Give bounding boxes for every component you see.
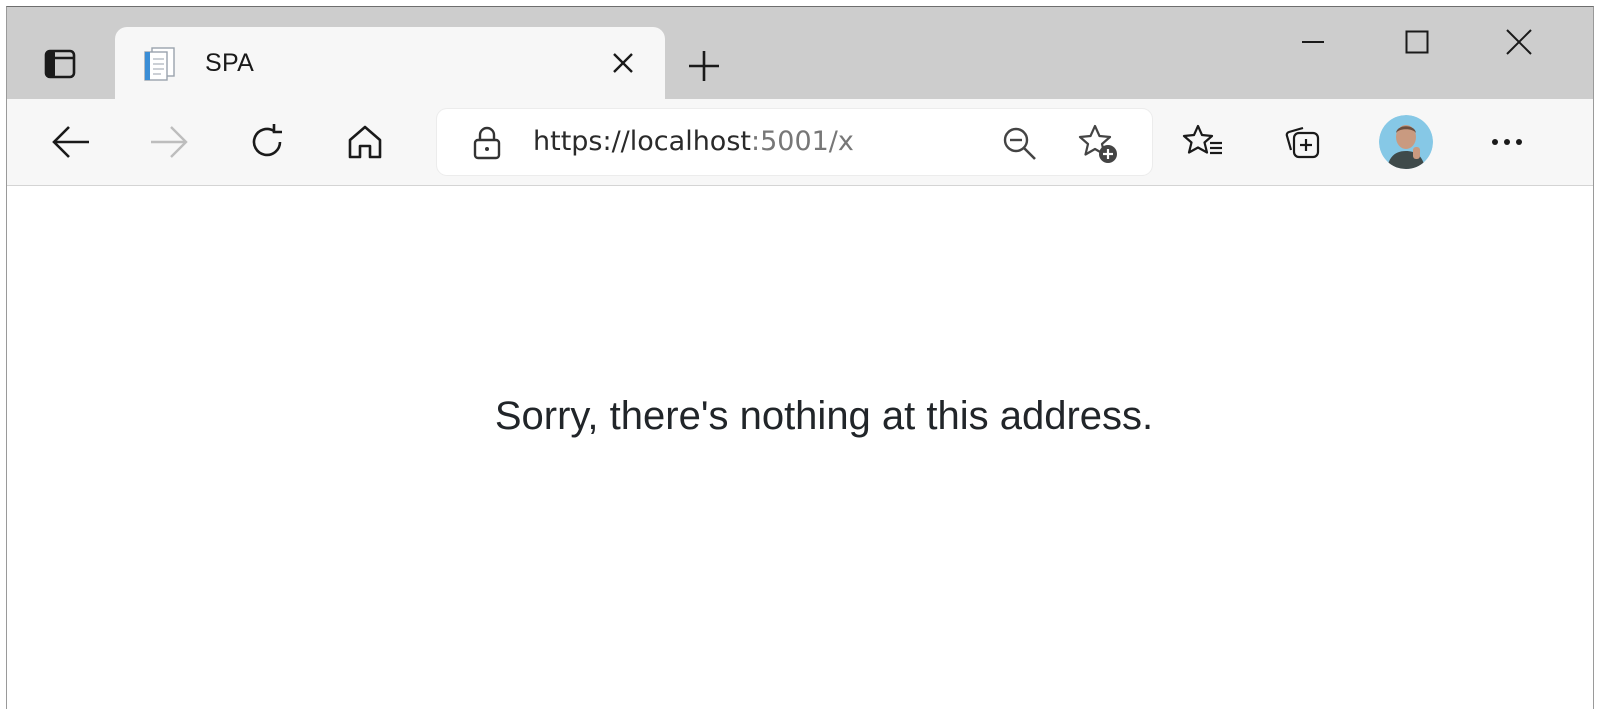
tab-actions-button[interactable] [33, 37, 87, 91]
address-bar[interactable]: https://localhost:5001/x [437, 109, 1152, 175]
browser-toolbar: https://localhost:5001/x [7, 99, 1593, 186]
minimize-icon [1301, 30, 1325, 54]
tab-spa[interactable]: SPA [115, 27, 665, 99]
tab-close-button[interactable] [603, 43, 643, 83]
add-favorite-button[interactable] [1075, 121, 1121, 167]
collections-icon [1283, 122, 1323, 162]
refresh-icon [247, 122, 287, 162]
url-text[interactable]: https://localhost:5001/x [533, 126, 854, 157]
star-add-icon [1077, 123, 1119, 165]
close-icon [612, 52, 634, 74]
back-arrow-icon [51, 125, 91, 159]
not-found-message: Sorry, there's nothing at this address. [494, 394, 1154, 438]
site-info-button[interactable] [467, 123, 507, 163]
home-button[interactable] [335, 112, 395, 172]
forward-arrow-icon [149, 125, 189, 159]
url-host: https://localhost [533, 126, 751, 157]
zoom-out-icon [1002, 126, 1038, 162]
forward-button[interactable] [139, 112, 199, 172]
document-icon [141, 45, 177, 81]
plus-icon [687, 49, 721, 83]
tab-actions-icon [43, 47, 77, 81]
profile-avatar[interactable] [1379, 115, 1433, 169]
page-content: Sorry, there's nothing at this address. [7, 186, 1593, 709]
minimize-button[interactable] [1283, 17, 1343, 67]
url-path: :5001/x [750, 126, 854, 157]
maximize-icon [1405, 30, 1429, 54]
zoom-button[interactable] [997, 121, 1043, 167]
tab-title: SPA [205, 49, 255, 77]
tab-strip: SPA [7, 7, 1593, 99]
new-tab-button[interactable] [679, 41, 729, 91]
more-button[interactable] [1477, 112, 1537, 172]
refresh-button[interactable] [237, 112, 297, 172]
maximize-button[interactable] [1387, 17, 1447, 67]
favorites-icon [1182, 123, 1224, 161]
lock-icon [472, 126, 502, 160]
favorites-button[interactable] [1173, 112, 1233, 172]
more-icon [1490, 137, 1524, 147]
back-button[interactable] [41, 112, 101, 172]
close-icon [1506, 29, 1532, 55]
browser-window: SPA https://localhost:5001/x Sorry, ther… [6, 6, 1594, 709]
home-icon [346, 123, 384, 161]
close-window-button[interactable] [1489, 17, 1549, 67]
collections-button[interactable] [1273, 112, 1333, 172]
